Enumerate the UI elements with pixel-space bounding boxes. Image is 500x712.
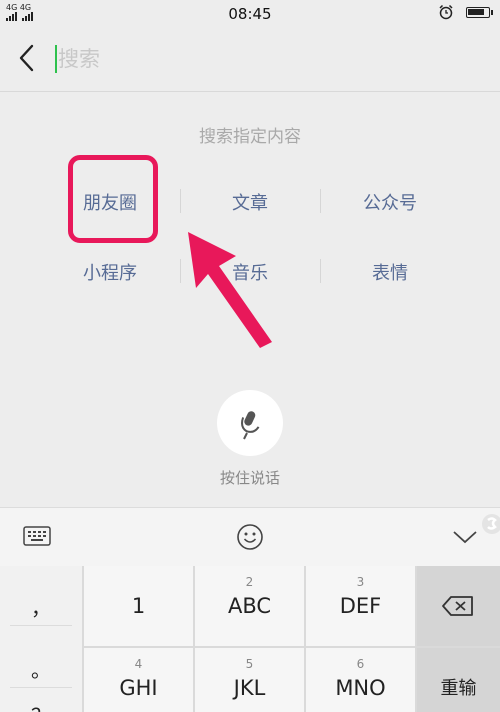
category-stickers[interactable]: 表情 (320, 259, 460, 285)
keyboard-toolbar (0, 507, 500, 566)
symbol-question[interactable]: ？ (0, 700, 82, 712)
key-number: 2 (245, 575, 254, 589)
backspace-icon (442, 596, 473, 616)
key-label: DEF (339, 594, 382, 618)
key-number: 5 (245, 657, 254, 671)
chevron-left-icon (19, 44, 34, 72)
key-5-jkl[interactable]: 5 JKL (195, 648, 304, 712)
chevron-down-icon[interactable] (452, 528, 478, 546)
key-number: 4 (134, 657, 143, 671)
key-label: ABC (227, 594, 272, 618)
key-6-mno[interactable]: 6 MNO (306, 648, 415, 712)
key-number: 3 (356, 575, 365, 589)
category-divider (320, 189, 321, 213)
backspace-button[interactable] (417, 566, 500, 646)
status-time: 08:45 (228, 5, 272, 23)
back-button[interactable] (14, 42, 42, 74)
key-label: GHI (119, 676, 158, 700)
category-mini-programs[interactable]: 小程序 (40, 259, 180, 285)
keyboard: ， 。 ？ 1 2 ABC 3 DEF 4 GHI 5 JKL 6 MNO 重输 (0, 566, 500, 712)
microphone-icon (241, 411, 260, 440)
alarm-icon (439, 4, 453, 20)
retype-button[interactable]: 重输 (417, 648, 500, 712)
category-articles[interactable]: 文章 (180, 189, 320, 215)
symbol-column[interactable]: ， 。 ？ (0, 566, 82, 712)
status-bar: 4G 4G 08:45 (0, 0, 500, 28)
key-1[interactable]: 1 (84, 566, 193, 646)
highlight-box (68, 155, 158, 243)
sogou-logo-icon (482, 514, 500, 534)
key-4-ghi[interactable]: 4 GHI (84, 648, 193, 712)
search-hint: 搜索指定内容 (199, 127, 301, 147)
category-official-accounts[interactable]: 公众号 (320, 189, 460, 215)
emoji-icon[interactable] (236, 523, 264, 551)
voice-label: 按住说话 (219, 469, 280, 487)
keyboard-icon[interactable] (23, 525, 51, 547)
key-number: 6 (356, 657, 365, 671)
key-label: 1 (131, 594, 146, 618)
symbol-comma[interactable]: ， (0, 592, 82, 621)
search-bar (0, 28, 500, 92)
voice-input-button[interactable] (217, 390, 283, 456)
key-3-def[interactable]: 3 DEF (306, 566, 415, 646)
symbol-divider (10, 687, 72, 688)
battery-icon (466, 7, 493, 18)
symbol-period[interactable]: 。 (0, 654, 82, 683)
key-label: JKL (233, 676, 266, 700)
search-input[interactable] (54, 42, 474, 76)
symbol-divider (10, 625, 72, 626)
category-divider (320, 259, 321, 283)
key-label: MNO (335, 676, 386, 700)
category-divider (180, 189, 181, 213)
retype-label: 重输 (440, 678, 477, 699)
pointer-arrow (188, 232, 272, 348)
key-2-abc[interactable]: 2 ABC (195, 566, 304, 646)
